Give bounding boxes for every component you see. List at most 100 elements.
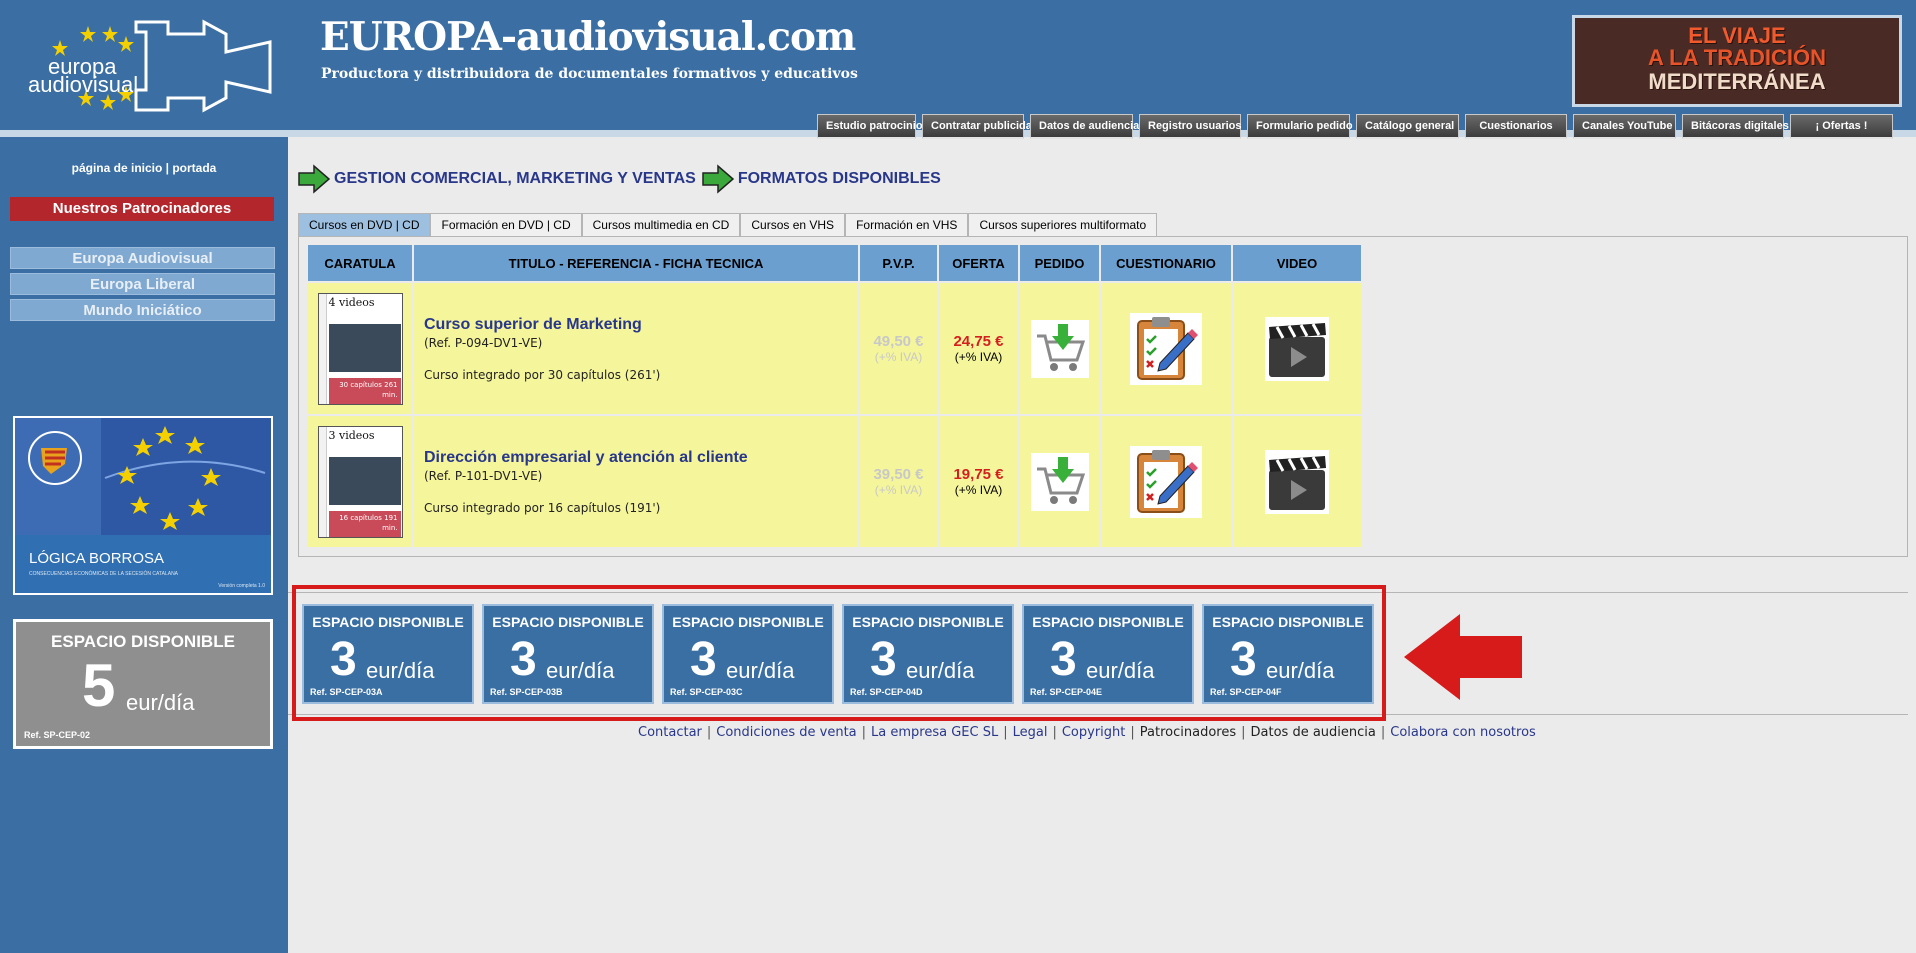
footer-link-copyright[interactable]: Copyright (1062, 725, 1126, 740)
footer-separator: | (706, 725, 712, 740)
sidebar-home-link[interactable]: página de inicio | portada (0, 161, 288, 175)
table-header-row: CARATULA TITULO - REFERENCIA - FICHA TEC… (308, 245, 1361, 281)
product-desc: Curso integrado por 30 capítulos (261') (424, 367, 661, 382)
footer-link-patrocinadores[interactable]: Patrocinadores (1140, 725, 1236, 740)
column-header-pedido: PEDIDO (1020, 245, 1099, 281)
cover-footer: 30 capítulos 261 min. (328, 377, 401, 404)
oferta-tax: (+% IVA) (954, 350, 1003, 364)
breadcrumb: GESTION COMERCIAL, MARKETING Y VENTAS FO… (298, 164, 947, 194)
sidebar-item-europa-audiovisual[interactable]: Europa Audiovisual (10, 247, 275, 269)
ad-title: LÓGICA BORROSA (29, 550, 165, 567)
shopping-cart-icon[interactable] (1030, 452, 1089, 511)
tab-cursos-multimedia-cd[interactable]: Cursos multimedia en CD (581, 213, 741, 236)
oferta-cell: 24,75 € (+% IVA) (939, 283, 1018, 414)
footer-separator: | (1003, 725, 1008, 740)
footer-link-empresa[interactable]: La empresa GEC SL (871, 725, 998, 740)
sidebar-sponsors-heading[interactable]: Nuestros Patrocinadores (10, 197, 274, 221)
product-title-link[interactable]: Dirección empresarial y atención al clie… (424, 449, 858, 467)
oferta-price: 24,75 € (953, 333, 1004, 350)
pvp-cell: 39,50 € (+% IVA) (860, 416, 937, 547)
column-header-cuestionario: CUESTIONARIO (1101, 245, 1231, 281)
tab-formacion-vhs[interactable]: Formación en VHS (845, 213, 969, 236)
ad-version: Versión completa 1.0 (218, 583, 265, 589)
nav-formulario-pedido[interactable]: Formulario pedido (1247, 114, 1353, 139)
tab-formacion-dvd-cd[interactable]: Formación en DVD | CD (430, 213, 582, 236)
ad-highlight-frame (292, 585, 1386, 721)
pvp-cell: 49,50 € (+% IVA) (860, 283, 937, 414)
header-banner-ad[interactable]: EL VIAJE A LA TRADICIÓN MEDITERRÁNEA (1572, 15, 1902, 107)
product-ref: (Ref. P-094-DV1-VE) (424, 335, 543, 350)
title-cell: Dirección empresarial y atención al clie… (414, 416, 858, 547)
pvp-tax: (+% IVA) (874, 350, 923, 364)
video-clapperboard-icon[interactable] (1265, 316, 1329, 381)
tab-cursos-vhs[interactable]: Cursos en VHS (740, 213, 846, 236)
nav-canales-youtube[interactable]: Canales YouTube (1573, 114, 1676, 139)
shopping-cart-icon[interactable] (1030, 319, 1089, 378)
nav-estudio-patrocinios[interactable]: Estudio patrocinios (817, 114, 929, 139)
product-ref: (Ref. P-101-DV1-VE) (424, 468, 543, 483)
site-header: europa audiovisual EUROPA-audiovisual.co… (0, 0, 1916, 139)
breadcrumb-current: FORMATOS DISPONIBLES (737, 170, 941, 187)
site-logo[interactable]: europa audiovisual (18, 12, 288, 120)
pvp-price: 39,50 € (873, 466, 924, 483)
cover-spine (318, 293, 327, 404)
cover-heading: 3 videos (328, 428, 375, 442)
sidebar-item-europa-liberal[interactable]: Europa Liberal (10, 273, 275, 295)
sidebar: página de inicio | portada Nuestros Patr… (0, 137, 288, 953)
nav-cuestionarios[interactable]: Cuestionarios (1465, 114, 1567, 139)
sidebar-item-mundo-iniciatico[interactable]: Mundo Iniciático (10, 299, 275, 321)
footer-link-legal[interactable]: Legal (1013, 725, 1048, 740)
oferta-tax: (+% IVA) (954, 483, 1003, 497)
nav-registro-usuarios[interactable]: Registro usuarios (1139, 114, 1242, 139)
title-cell: Curso superior de Marketing (Ref. P-094-… (414, 283, 858, 414)
pvp-tax: (+% IVA) (874, 483, 923, 497)
ad-title: ESPACIO DISPONIBLE (51, 632, 235, 651)
footer-link-colabora[interactable]: Colabora con nosotros (1390, 725, 1536, 740)
green-arrow-icon (702, 164, 734, 194)
clipboard-checklist-icon[interactable] (1130, 445, 1202, 518)
video-cell (1233, 416, 1361, 547)
oferta-cell: 19,75 € (+% IVA) (939, 416, 1018, 547)
sidebar-ad-logica-borrosa[interactable]: LÓGICA BORROSA CONSECUENCIAS ECONÓMICAS … (13, 416, 273, 595)
column-header-video: VIDEO (1233, 245, 1361, 281)
sidebar-ad-espacio-disponible[interactable]: ESPACIO DISPONIBLE 5 eur/día Ref. SP-CEP… (13, 619, 273, 749)
ad-subtitle: CONSECUENCIAS ECONÓMICAS DE LA SECESIÓN … (29, 571, 179, 577)
nav-ofertas[interactable]: ¡ Ofertas ! (1790, 114, 1893, 139)
column-header-titulo: TITULO - REFERENCIA - FICHA TECNICA (414, 245, 858, 281)
cuestionario-cell (1101, 283, 1231, 414)
cover-cell: 4 videos 30 capítulos 261 min. (308, 283, 412, 414)
banner-line-2: A LA TRADICIÓN (1647, 45, 1827, 70)
nav-contratar-publicidad[interactable]: Contratar publicidad (922, 114, 1039, 139)
pedido-cell (1020, 416, 1099, 547)
svg-text:audiovisual: audiovisual (28, 72, 138, 97)
cover-heading: 4 videos (328, 295, 375, 309)
video-clapperboard-icon[interactable] (1265, 449, 1329, 514)
nav-datos-audiencia[interactable]: Datos de audiencia (1030, 114, 1139, 139)
tab-cursos-superiores[interactable]: Cursos superiores multiformato (968, 213, 1158, 236)
cover-spine (318, 426, 327, 537)
footer-separator: | (1241, 725, 1246, 740)
footer-link-contactar[interactable]: Contactar (638, 725, 702, 740)
cover-footer: 16 capítulos 191 min. (328, 510, 401, 537)
breadcrumb-category[interactable]: GESTION COMERCIAL, MARKETING Y VENTAS (334, 170, 696, 188)
column-header-caratula: CARATULA (308, 245, 412, 281)
product-title-link[interactable]: Curso superior de Marketing (424, 316, 858, 334)
footer-separator: | (1380, 725, 1386, 740)
footer-link-audiencia[interactable]: Datos de audiencia (1251, 725, 1376, 740)
product-cover[interactable]: 3 videos 16 capítulos 191 min. (317, 425, 403, 538)
banner-line-3: MEDITERRÁNEA (1648, 69, 1826, 94)
pedido-cell (1020, 283, 1099, 414)
nav-catalogo-general[interactable]: Catálogo general (1356, 114, 1459, 139)
video-cell (1233, 283, 1361, 414)
tab-cursos-dvd-cd[interactable]: Cursos en DVD | CD (298, 213, 431, 236)
footer-separator: | (861, 725, 867, 740)
footer-links: Contactar | Condiciones de venta | La empres… (638, 725, 1536, 740)
clipboard-checklist-icon[interactable] (1130, 312, 1202, 385)
cuestionario-cell (1101, 416, 1231, 547)
nav-bitacoras-digitales[interactable]: Bitácoras digitales (1682, 114, 1789, 139)
product-cover[interactable]: 4 videos 30 capítulos 261 min. (317, 292, 403, 405)
site-subtitle: Productora y distribuidora de documental… (321, 66, 858, 82)
format-tabs: Cursos en DVD | CD Formación en DVD | CD… (298, 213, 1158, 236)
footer-link-condiciones[interactable]: Condiciones de venta (716, 725, 856, 740)
site-title: EUROPA-audiovisual.com (320, 14, 856, 60)
